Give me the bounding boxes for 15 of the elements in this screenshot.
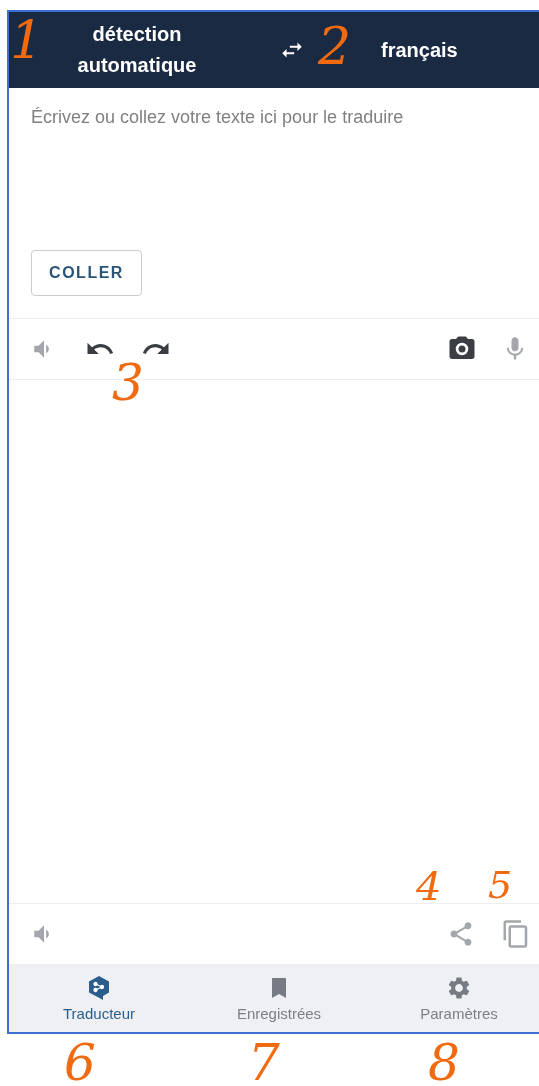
annotation-number: 4: [416, 866, 442, 906]
annotation-number: 5: [488, 866, 513, 904]
paste-button[interactable]: COLLER: [31, 250, 142, 296]
annotation-number: 7: [248, 1038, 280, 1086]
nav-tab[interactable]: Traducteur: [9, 965, 189, 1032]
nav-tab[interactable]: Paramètres: [369, 965, 539, 1032]
annotation-number: 2: [318, 20, 352, 72]
target-language[interactable]: français: [381, 34, 458, 66]
nav-tab[interactable]: Enregistrées: [189, 965, 369, 1032]
annotation-number: 6: [64, 1038, 96, 1086]
settings-icon: [446, 975, 472, 1001]
translator-icon: [87, 975, 111, 1001]
annotation-number: 3: [112, 358, 144, 408]
annotation-number: 8: [428, 1038, 460, 1086]
input-field[interactable]: Écrivez ou collez votre texte ici pour le traduire: [31, 107, 511, 235]
